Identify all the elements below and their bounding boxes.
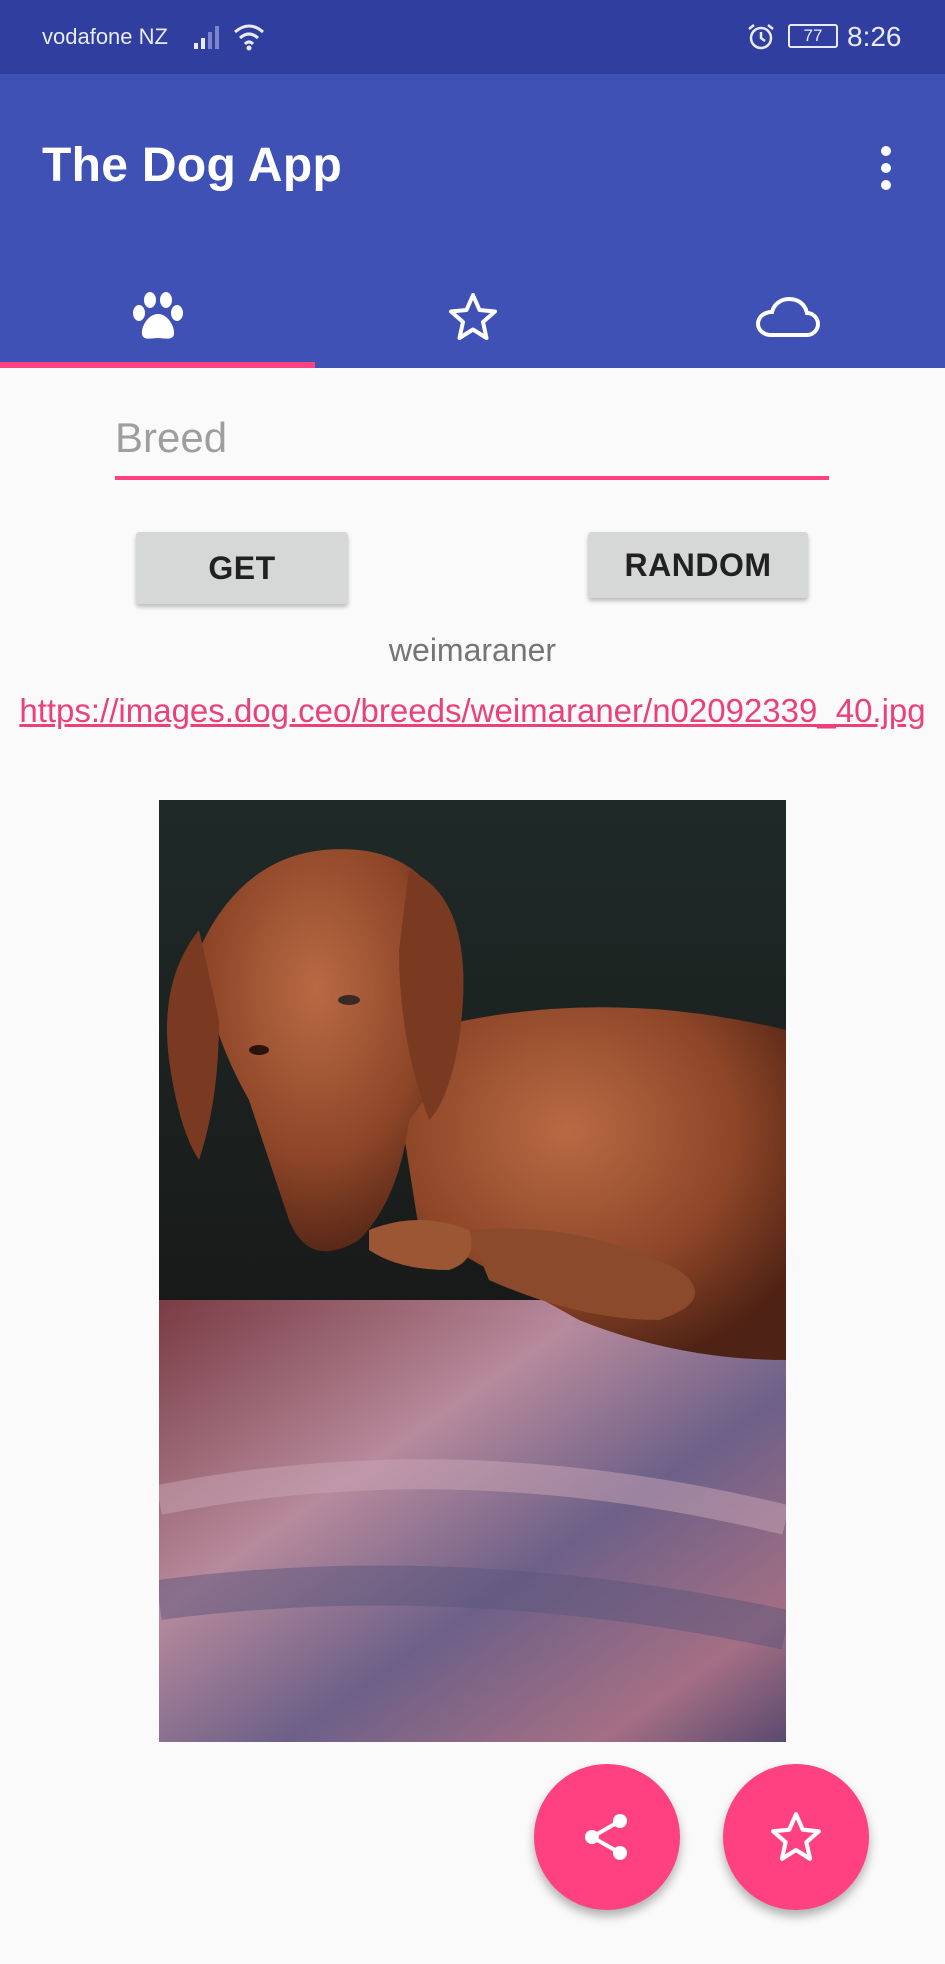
cloud-outline-icon xyxy=(755,297,820,338)
tab-bar xyxy=(0,274,945,368)
breed-input[interactable] xyxy=(115,400,829,480)
breed-name-label: weimaraner xyxy=(388,632,557,668)
status-bar: vodafone NZ 77 8:26 xyxy=(0,0,945,74)
more-vert-icon[interactable] xyxy=(870,146,902,206)
wifi-icon xyxy=(234,24,264,51)
battery-level: 77 xyxy=(803,26,823,45)
signal-icon xyxy=(194,26,219,49)
random-button[interactable]: RANDOM xyxy=(588,532,808,598)
clock: 8:26 xyxy=(847,21,902,52)
carrier-label: vodafone NZ xyxy=(42,24,168,49)
tab-cloud[interactable] xyxy=(630,274,945,368)
battery-indicator: 77 xyxy=(788,24,838,48)
tab-favorites[interactable] xyxy=(315,274,630,368)
paw-icon xyxy=(132,292,183,339)
tab-indicator xyxy=(0,362,315,368)
alarm-icon xyxy=(748,24,774,50)
favorite-button[interactable] xyxy=(723,1764,869,1910)
star-outline-icon xyxy=(448,293,497,341)
share-button[interactable] xyxy=(534,1764,680,1910)
tab-breeds[interactable] xyxy=(0,274,315,368)
share-icon xyxy=(585,1814,627,1860)
get-button[interactable]: GET xyxy=(136,532,348,604)
app-bar: The Dog App xyxy=(0,74,945,368)
star-outline-icon xyxy=(771,1812,821,1861)
app-title: The Dog App xyxy=(42,139,343,192)
dog-photo xyxy=(159,800,786,1742)
image-url-link[interactable]: https://images.dog.ceo/breeds/weimaraner… xyxy=(10,690,935,732)
